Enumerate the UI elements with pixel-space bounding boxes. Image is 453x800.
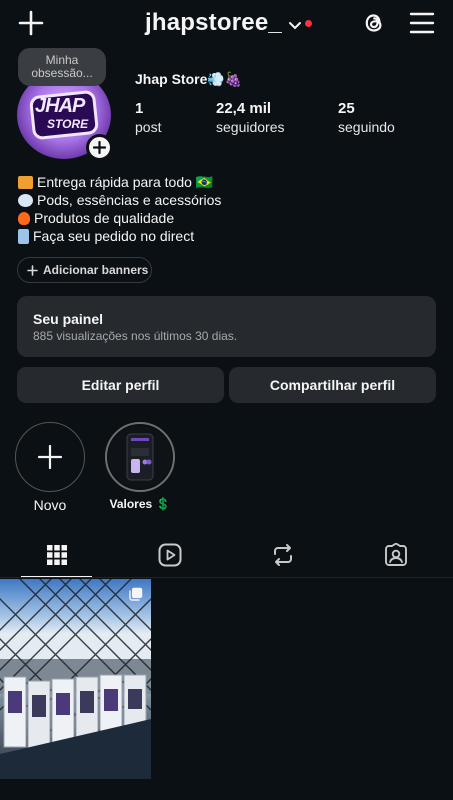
highlight-cover-image [109,426,171,488]
add-story-button[interactable] [86,134,113,161]
stat-following[interactable]: 25 seguindo [338,100,395,135]
stat-followers[interactable]: 22,4 mil seguidores [216,100,285,135]
highlight-label: Novo [33,497,67,513]
repost-icon [274,544,293,566]
plus-icon [37,444,63,470]
dashboard-subtitle: 885 visualizações nos últimos 30 dias. [33,329,238,343]
bio-text: Pods, essências e acessórios [37,192,222,208]
stat-label: post [135,119,162,135]
dashboard-title: Seu painel [33,311,104,327]
display-name: Jhap Store💨🍇 [135,71,243,87]
reels-icon [158,543,182,567]
bio-line: Faça seu pedido no direct [18,227,221,245]
top-bar: jhapstoree_ [0,0,453,46]
stat-value: 1 [135,100,144,117]
username: jhapstoree_ [145,9,282,36]
tab-posts-grid[interactable] [0,533,113,578]
chevron-down-icon [288,22,301,30]
plus-icon [93,141,106,154]
fire-emoji-icon [18,211,30,225]
dash-emoji-icon [18,193,33,207]
highlight-new-ring [15,422,85,492]
tab-tagged[interactable] [340,533,453,577]
truck-emoji-icon [18,175,33,189]
bio-line: Pods, essências e acessórios [18,191,221,209]
stat-value: 25 [338,100,355,117]
profile-note-bubble[interactable]: Minha obsessão... [18,48,106,86]
threads-icon[interactable] [361,10,387,36]
tab-reposts[interactable] [227,533,340,577]
account-switcher[interactable]: jhapstoree_ [145,8,312,38]
highlight-item[interactable]: Valores 💲 [105,422,175,511]
bio-line: Produtos de qualidade [18,209,221,227]
tabs-divider [0,577,453,578]
grid-icon [46,545,67,565]
multiple-photos-icon [129,587,143,601]
highlight-cover-art [109,426,171,488]
share-profile-button[interactable]: Compartilhar perfil [229,367,436,403]
edit-profile-button[interactable]: Editar perfil [17,367,224,403]
plus-icon [27,264,38,276]
stat-label: seguindo [338,119,395,135]
stat-value: 22,4 mil [216,100,272,117]
create-plus-icon[interactable] [18,10,44,36]
bio-text: Entrega rápida para todo 🇧🇷 [37,174,214,190]
bio-line: Entrega rápida para todo 🇧🇷 [18,173,221,191]
menu-icon[interactable] [409,11,435,35]
profile-tabs [0,533,453,578]
highlight-ring [105,422,175,492]
stat-posts[interactable]: 1 post [135,100,161,135]
profile-bio: Entrega rápida para todo 🇧🇷 Pods, essênc… [18,173,221,245]
professional-dashboard[interactable]: Seu painel 885 visualizações nos últimos… [17,296,436,357]
stat-label: seguidores [216,119,285,135]
add-banners-label: Adicionar banners [43,263,149,277]
bio-text: Produtos de qualidade [34,210,175,226]
tagged-person-icon [385,543,408,566]
notification-dot [304,19,312,27]
phone-emoji-icon [18,228,29,244]
add-banners-button[interactable]: Adicionar banners [17,257,152,283]
post-image [0,579,151,779]
post-thumbnail[interactable] [0,579,151,779]
avatar-logo-text: JHAP [35,95,85,117]
avatar-logo-subtext: STORE [47,117,89,131]
tab-reels[interactable] [113,533,226,577]
highlight-new[interactable]: Novo [15,422,85,513]
highlight-label: Valores 💲 [109,497,171,511]
bio-text: Faça seu pedido no direct [33,228,195,244]
